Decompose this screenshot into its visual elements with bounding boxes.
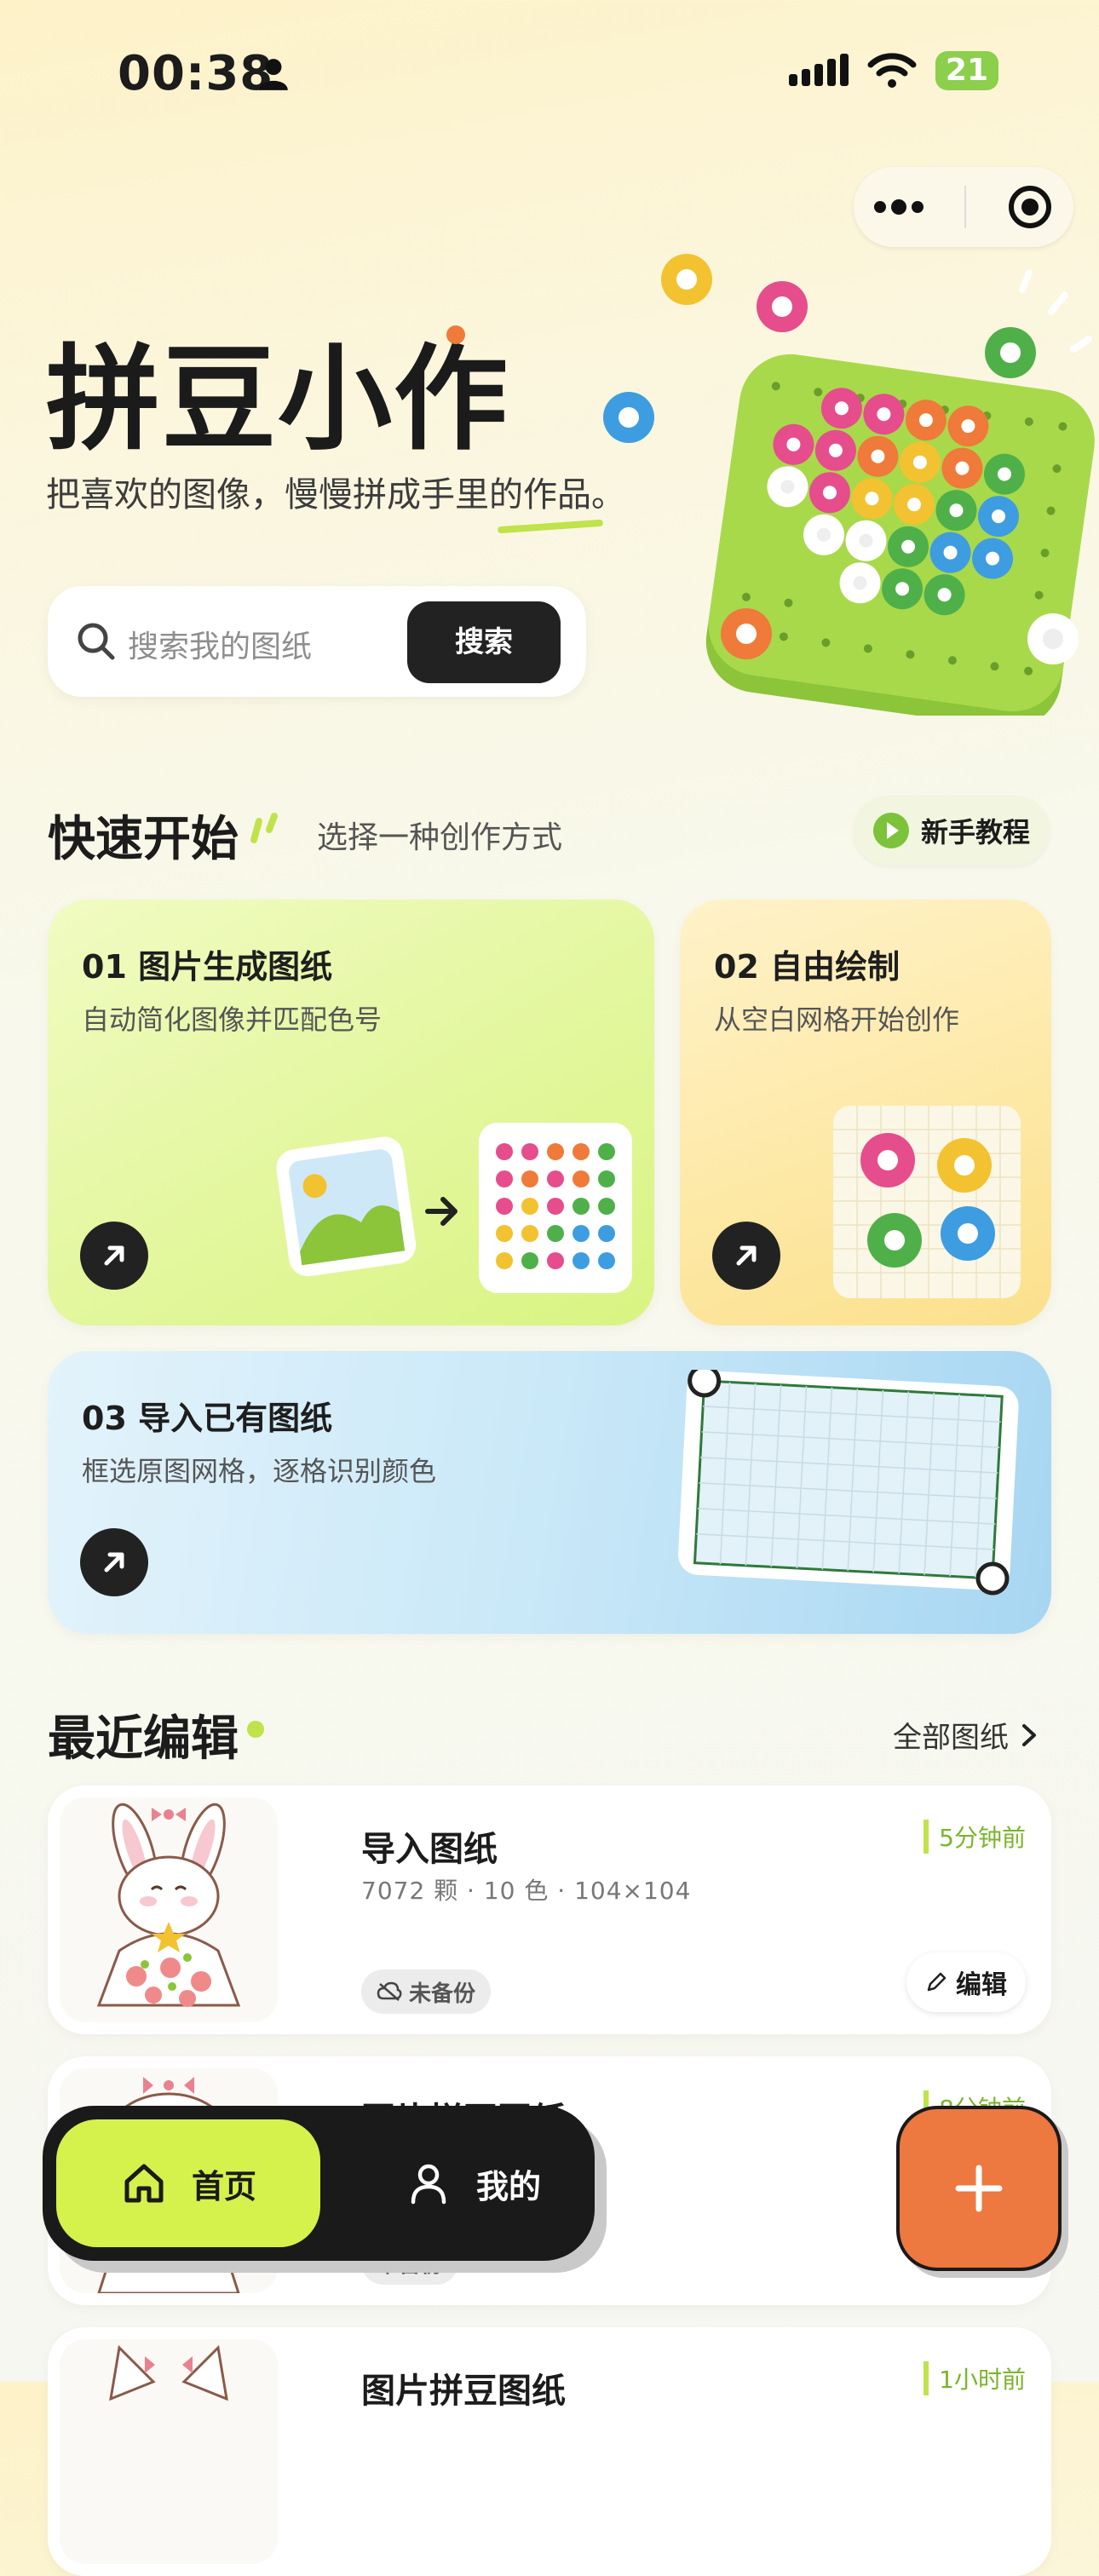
person-icon — [259, 59, 288, 90]
search-input[interactable]: 搜索我的图纸 — [128, 622, 312, 666]
tab-home-label: 首页 — [191, 2167, 256, 2205]
recent-item[interactable]: 导入图纸 7072 颗 · 10 色 · 104×104 5分钟前 未备份 编辑 — [48, 1785, 1051, 2034]
status-indicators: 21 — [788, 51, 998, 90]
miniapp-capsule — [854, 167, 1073, 247]
tab-home[interactable]: 首页 — [56, 2119, 320, 2247]
hero-dot — [446, 325, 465, 344]
card-desc: 从空白网格开始创作 — [714, 1003, 960, 1036]
play-icon — [872, 813, 909, 848]
cloud-off-icon — [377, 1981, 402, 2001]
recent-item-meta: 7072 颗 · 10 色 · 104×104 — [361, 1877, 692, 1905]
tab-me[interactable]: 我的 — [358, 2119, 588, 2247]
recent-item-title: 图片拼豆图纸 — [361, 2372, 566, 2411]
recent-title: 最近编辑 — [48, 1711, 239, 1767]
search-button[interactable]: 搜索 — [407, 601, 561, 683]
arrow-up-right-icon — [104, 1552, 124, 1573]
home-icon — [124, 2164, 164, 2203]
tab-me-label: 我的 — [475, 2167, 541, 2205]
recent-item-time: 5分钟前 — [924, 1820, 1026, 1854]
pattern-thumbnail — [60, 1797, 278, 2022]
card-arrow-button[interactable] — [80, 1222, 148, 1290]
card-title: 02 自由绘制 — [714, 948, 900, 986]
status-time: 00:38 — [118, 46, 274, 101]
pattern-thumbnail — [60, 2339, 278, 2564]
recent-dot — [247, 1721, 264, 1738]
edit-button[interactable]: 编辑 — [906, 1952, 1026, 2012]
arrow-up-right-icon — [104, 1245, 124, 1266]
tutorial-label: 新手教程 — [920, 816, 1030, 848]
blank-grid-illustration — [833, 1106, 1021, 1298]
hero-subtitle: 把喜欢的图像，慢慢拼成手里的作品。 — [46, 475, 625, 515]
card-title: 01 图片生成图纸 — [82, 948, 333, 986]
edit-label: 编辑 — [956, 1970, 1007, 2000]
wifi-icon — [867, 53, 917, 88]
recent-item[interactable]: 图片拼豆图纸 1小时前 — [48, 2327, 1051, 2576]
card-free-draw[interactable]: 02 自由绘制 从空白网格开始创作 — [680, 900, 1051, 1325]
recent-item-time: 1小时前 — [924, 2361, 1026, 2395]
grid-select-illustration — [677, 1370, 1019, 1596]
backup-label: 未备份 — [409, 1981, 476, 2007]
search-icon — [78, 623, 115, 660]
capsule-divider — [964, 186, 966, 228]
signal-icon — [788, 54, 849, 86]
battery-indicator: 21 — [935, 51, 998, 90]
pegboard-illustration — [603, 254, 1095, 716]
hero-title: 拼豆小作 — [46, 333, 510, 466]
card-image-to-pattern[interactable]: 01 图片生成图纸 自动简化图像并匹配色号 — [48, 900, 654, 1325]
view-all-link[interactable]: 全部图纸 — [893, 1714, 1038, 1756]
pencil-icon — [927, 1972, 947, 1992]
add-button[interactable] — [896, 2106, 1062, 2271]
more-icon[interactable] — [873, 198, 924, 216]
view-all-label: 全部图纸 — [893, 1721, 1009, 1755]
quick-start-title: 快速开始 — [48, 812, 239, 867]
card-title: 03 导入已有图纸 — [82, 1400, 333, 1437]
quick-start-subtitle: 选择一种创作方式 — [317, 820, 563, 855]
chevron-right-icon — [1022, 1723, 1036, 1746]
arrow-up-right-icon — [736, 1245, 757, 1266]
user-icon — [411, 2164, 446, 2205]
backup-status-tag: 未备份 — [361, 1969, 492, 2014]
card-import-pattern[interactable]: 03 导入已有图纸 框选原图网格，逐格识别颜色 — [48, 1351, 1051, 1634]
cat-pattern-image — [109, 2344, 228, 2401]
tutorial-button[interactable]: 新手教程 — [854, 796, 1050, 865]
card-arrow-button[interactable] — [80, 1528, 148, 1596]
card-arrow-button[interactable] — [712, 1222, 780, 1290]
close-miniapp-icon[interactable] — [1006, 183, 1054, 231]
card-desc: 框选原图网格，逐格识别颜色 — [82, 1455, 437, 1487]
image-to-grid-illustration — [276, 1123, 632, 1293]
bunny-pattern-image — [96, 1803, 241, 2007]
recent-item-title: 导入图纸 — [361, 1830, 498, 1869]
card-desc: 自动简化图像并匹配色号 — [82, 1003, 383, 1036]
brush-stroke-icon — [250, 813, 278, 843]
plus-icon — [955, 2165, 1003, 2212]
